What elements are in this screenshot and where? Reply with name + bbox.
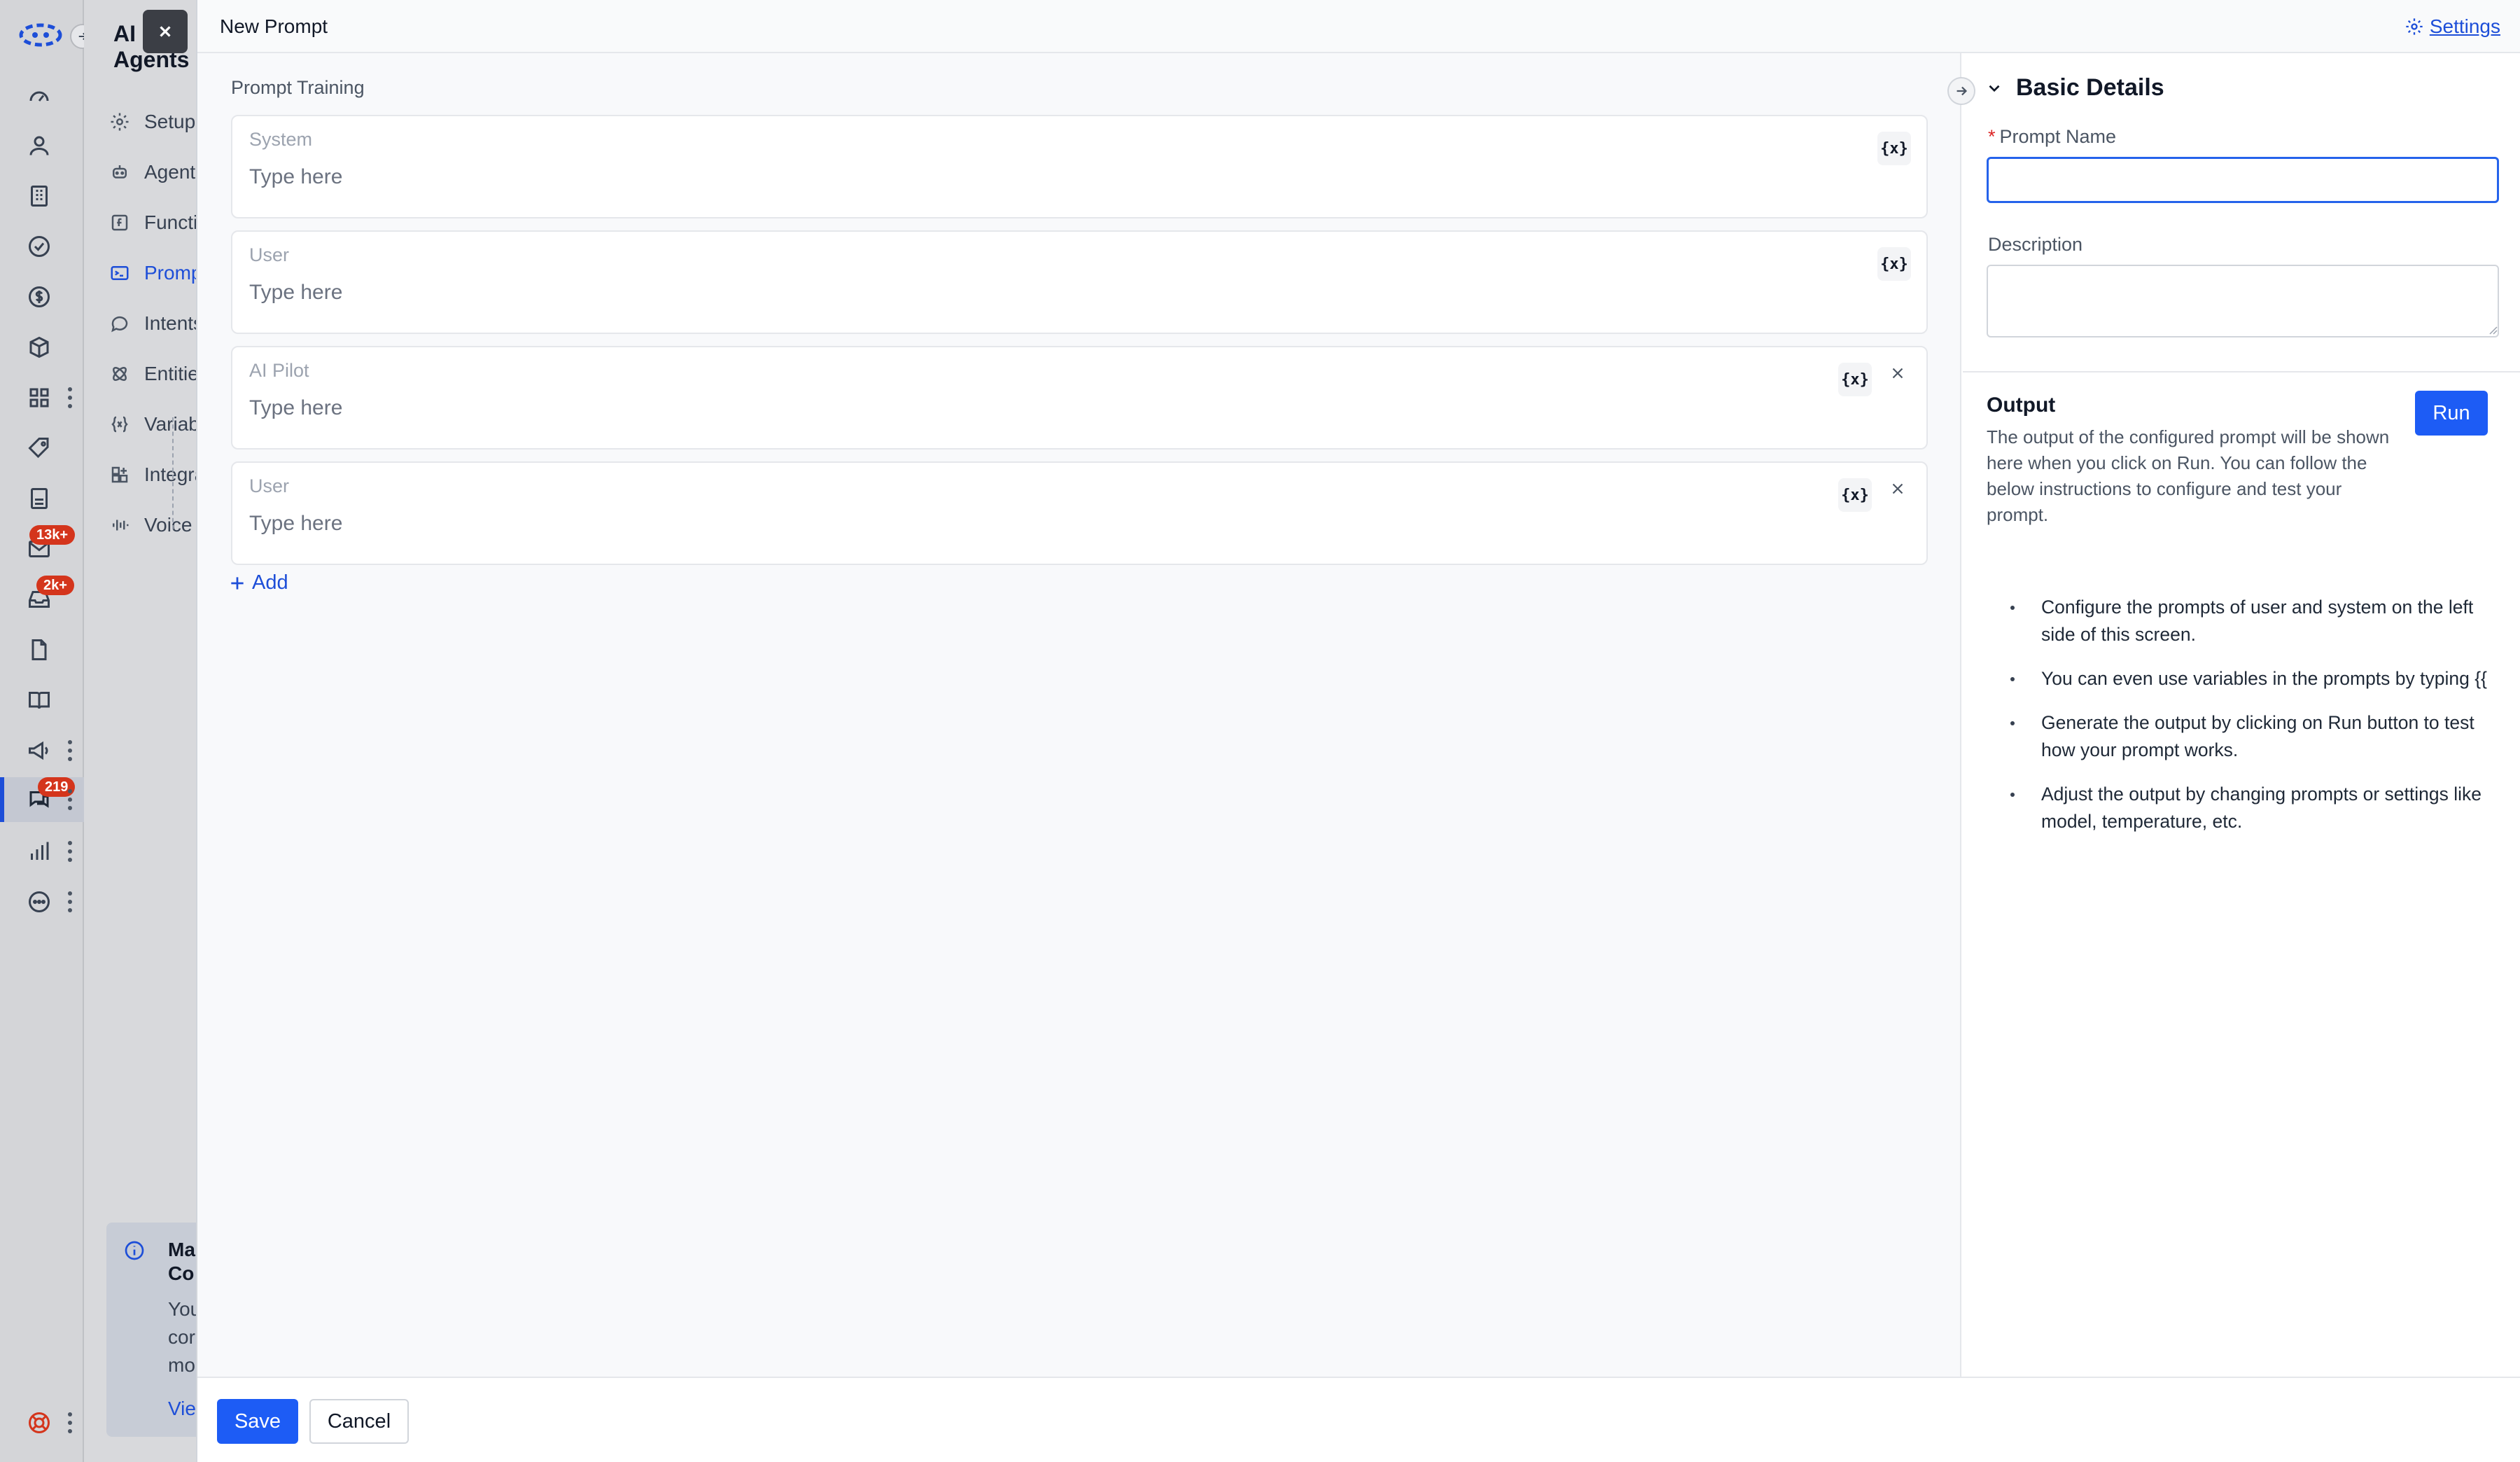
basic-details-toggle[interactable]: Basic Details (1985, 74, 2164, 102)
app-rail: 13k+ 2k+ 219 (0, 0, 84, 1462)
insert-variable-icon[interactable]: {x} (1838, 478, 1872, 512)
tasks-icon[interactable] (27, 234, 52, 259)
resize-grip-icon[interactable] (2486, 323, 2498, 335)
close-icon (1892, 368, 1903, 379)
prompt-input[interactable]: Type here (249, 165, 342, 189)
products-icon[interactable] (27, 335, 52, 360)
list-item: Adjust the output by changing prompts or… (2008, 781, 2512, 835)
apps-more-icon[interactable] (67, 387, 73, 408)
info-card: Ma Co You cor mo Vie (106, 1223, 204, 1437)
logo-icon (19, 23, 62, 47)
plus-icon (231, 576, 244, 590)
arrow-right-icon (1956, 86, 1968, 96)
prompt-name-input[interactable] (1987, 157, 2499, 203)
prompt-role: System (249, 129, 313, 150)
close-modal-button[interactable] (143, 10, 188, 53)
list-item: Configure the prompts of user and system… (2008, 594, 2512, 648)
new-prompt-modal: New Prompt Settings Prompt Training Syst… (172, 0, 2520, 1462)
close-icon (160, 26, 171, 37)
prompt-role: User (249, 475, 290, 496)
settings-link[interactable]: Settings (2404, 15, 2500, 38)
insert-variable-icon[interactable]: {x} (1877, 247, 1911, 281)
agent-icon (113, 165, 127, 179)
nav-item-agents[interactable]: Agents (109, 161, 205, 183)
prompt-training-label: Prompt Training (231, 77, 365, 98)
description-input[interactable] (1987, 265, 2499, 337)
info-card-link[interactable]: Vie (168, 1398, 196, 1420)
prompt-input[interactable]: Type here (249, 512, 342, 536)
help-more-icon[interactable] (67, 1412, 73, 1433)
list-item: Generate the output by clicking on Run b… (2008, 709, 2512, 764)
collapse-panel-button[interactable] (1947, 77, 1975, 105)
reports-icon[interactable] (27, 486, 52, 511)
more-apps-icon[interactable] (27, 889, 52, 914)
companies-icon[interactable] (27, 183, 52, 209)
output-title: Output (1987, 394, 2056, 417)
insert-variable-icon[interactable]: {x} (1877, 132, 1911, 165)
voice-icon (113, 520, 129, 531)
prompt-role: AI Pilot (249, 360, 309, 381)
output-description: The output of the configured prompt will… (1987, 426, 2390, 525)
documents-icon[interactable] (27, 637, 52, 662)
modal-title: New Prompt (220, 15, 328, 37)
chat-bubble-icon (111, 316, 128, 333)
modal-header: New Prompt Settings (197, 0, 2520, 53)
campaigns-more-icon[interactable] (67, 740, 73, 761)
tickets-badge: 2k+ (36, 576, 74, 595)
prompt-card-user-2[interactable]: User Type here {x} (231, 461, 1928, 565)
prompt-role: User (249, 244, 290, 265)
gear-icon (111, 113, 129, 131)
prompt-name-label: * Prompt Name (1988, 126, 2117, 147)
analytics-more-icon[interactable] (67, 841, 73, 862)
prompt-card-system[interactable]: System Type here {x} (231, 115, 1928, 218)
chevron-down-icon (1989, 85, 2000, 92)
add-prompt-button[interactable]: Add (228, 571, 288, 594)
prompt-input[interactable]: Type here (249, 396, 342, 420)
function-icon (111, 214, 128, 231)
variable-icon (111, 416, 128, 433)
terminal-icon (111, 266, 129, 280)
remove-prompt-button[interactable] (1886, 361, 1910, 385)
nav-item-intents[interactable]: Intents (109, 312, 203, 335)
integration-icon (111, 466, 128, 483)
campaigns-icon[interactable] (27, 738, 52, 763)
prompt-card-ai-pilot[interactable]: AI Pilot Type here {x} (231, 346, 1928, 450)
remove-prompt-button[interactable] (1886, 477, 1910, 501)
close-icon (1892, 483, 1903, 494)
cancel-button[interactable]: Cancel (309, 1399, 409, 1444)
entities-icon (113, 367, 127, 381)
prompt-card-user[interactable]: User Type here {x} (231, 230, 1928, 334)
more-apps-menu-icon[interactable] (67, 891, 73, 912)
deals-icon[interactable] (27, 284, 52, 309)
tag-icon[interactable] (27, 436, 52, 461)
help-lifebuoy-icon[interactable] (27, 1410, 52, 1435)
dashboard-icon[interactable] (27, 84, 52, 109)
gear-icon (2406, 18, 2423, 35)
prompt-training-pane: Prompt Training System Type here {x} Use… (172, 53, 1961, 1377)
prompt-input[interactable]: Type here (249, 281, 342, 305)
info-card-title: Ma Co (168, 1239, 195, 1284)
save-button[interactable]: Save (217, 1399, 298, 1444)
modal-footer: Save Cancel (197, 1377, 2520, 1462)
contacts-icon[interactable] (27, 133, 52, 158)
analytics-icon[interactable] (27, 839, 52, 864)
inbox-badge: 13k+ (29, 525, 76, 545)
insert-variable-icon[interactable]: {x} (1838, 363, 1872, 396)
background-nav: AI Agents Setup Agents Functions Prompts… (84, 0, 246, 1462)
run-button[interactable]: Run (2415, 391, 2488, 436)
nav-item-setup[interactable]: Setup (109, 111, 195, 133)
description-label: Description (1988, 234, 2083, 255)
info-icon (125, 1241, 144, 1260)
apps-icon[interactable] (27, 385, 52, 410)
list-item: You can even use variables in the prompt… (2008, 665, 2512, 692)
chats-more-icon[interactable] (67, 789, 73, 810)
knowledge-book-icon[interactable] (27, 688, 52, 713)
details-pane: Basic Details * Prompt Name Description O… (1963, 53, 2520, 1377)
instructions-list: Configure the prompts of user and system… (2008, 594, 2512, 852)
nav-item-entities[interactable]: Entities (109, 363, 209, 385)
